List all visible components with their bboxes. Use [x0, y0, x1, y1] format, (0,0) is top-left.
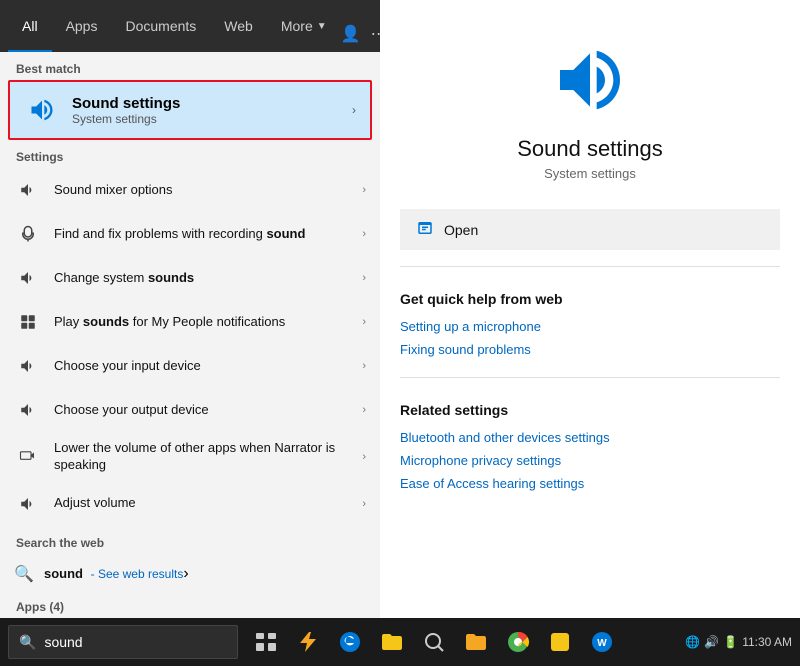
- fixing-sound-problems-link[interactable]: Fixing sound problems: [400, 338, 780, 361]
- list-item[interactable]: Lower the volume of other apps when Narr…: [0, 432, 380, 482]
- sound-settings-icon: [24, 92, 60, 128]
- related-settings-section: Related settings Bluetooth and other dev…: [380, 386, 800, 503]
- chevron-right-icon: ›: [362, 316, 366, 328]
- setting-up-microphone-link[interactable]: Setting up a microphone: [400, 315, 780, 338]
- explorer-icon[interactable]: [372, 622, 412, 662]
- list-item[interactable]: Find and fix problems with recording sou…: [0, 212, 380, 256]
- detail-panel: Sound settings System settings Open Get …: [380, 0, 800, 618]
- search-tabs: All Apps Documents Web More ▼ 👤 ⋯: [0, 0, 380, 52]
- record-icon: [14, 220, 42, 248]
- best-match-item[interactable]: Sound settings System settings ›: [8, 80, 372, 140]
- list-item[interactable]: Choose your input device ›: [0, 344, 380, 388]
- chevron-right-icon: ›: [362, 360, 366, 372]
- list-item[interactable]: Change system sounds ›: [0, 256, 380, 300]
- item-label: Change system sounds: [54, 270, 358, 287]
- bluetooth-settings-link[interactable]: Bluetooth and other devices settings: [400, 426, 780, 449]
- search-taskbar-icon[interactable]: [414, 622, 454, 662]
- chevron-right-icon: ›: [362, 404, 366, 416]
- quick-help-title: Get quick help from web: [400, 291, 780, 307]
- ease-of-access-link[interactable]: Ease of Access hearing settings: [400, 472, 780, 495]
- flash-icon[interactable]: [288, 622, 328, 662]
- volume-icon[interactable]: 🔊: [704, 635, 719, 649]
- quick-help-section: Get quick help from web Setting up a mic…: [380, 275, 800, 369]
- settings-section-label: Settings: [0, 140, 380, 168]
- best-match-text: Sound settings System settings: [72, 95, 180, 126]
- sound-icon: [14, 176, 42, 204]
- clock: 11:30 AM: [742, 635, 792, 649]
- best-match-title: Sound settings: [72, 95, 180, 112]
- tab-all[interactable]: All: [8, 0, 52, 52]
- search-input[interactable]: [44, 634, 227, 650]
- related-settings-title: Related settings: [400, 402, 780, 418]
- item-label: Choose your input device: [54, 358, 358, 375]
- web-search-item[interactable]: 🔍 sound - See web results ›: [0, 554, 380, 594]
- chevron-down-icon: ▼: [317, 21, 327, 32]
- chevron-right-icon: ›: [362, 498, 366, 510]
- item-label: Lower the volume of other apps when Narr…: [54, 440, 358, 474]
- open-label: Open: [444, 222, 478, 238]
- tab-web[interactable]: Web: [210, 0, 267, 52]
- narrator-icon: [14, 443, 42, 471]
- web-label: sound - See web results: [44, 566, 183, 581]
- apps-section-label: Apps (4): [0, 594, 380, 618]
- sound-icon: [14, 396, 42, 424]
- best-match-label: Best match: [0, 52, 380, 80]
- account-icon[interactable]: 👤: [341, 24, 361, 44]
- item-label: Sound mixer options: [54, 182, 358, 199]
- tab-more[interactable]: More ▼: [267, 0, 341, 52]
- search-results: Best match Sound settings System setting…: [0, 52, 380, 618]
- divider: [400, 266, 780, 267]
- search-panel: All Apps Documents Web More ▼ 👤 ⋯ Best m…: [0, 0, 380, 618]
- folder-icon[interactable]: [456, 622, 496, 662]
- notification-icon: [14, 308, 42, 336]
- taskbar-search[interactable]: 🔍: [8, 625, 238, 659]
- chevron-right-icon: ›: [362, 184, 366, 196]
- sound-icon: [14, 352, 42, 380]
- list-item[interactable]: Adjust volume ›: [0, 482, 380, 526]
- detail-top: Sound settings System settings: [380, 0, 800, 201]
- item-label: Choose your output device: [54, 402, 358, 419]
- sound-icon: [14, 490, 42, 518]
- chevron-right-icon: ›: [362, 451, 366, 463]
- chrome-icon[interactable]: [498, 622, 538, 662]
- detail-subtitle: System settings: [544, 166, 636, 181]
- tab-apps[interactable]: Apps: [52, 0, 112, 52]
- search-icon: 🔍: [14, 564, 34, 584]
- microphone-privacy-link[interactable]: Microphone privacy settings: [400, 449, 780, 472]
- chevron-right-icon: ›: [183, 565, 188, 583]
- tab-documents[interactable]: Documents: [111, 0, 210, 52]
- blue-app-icon[interactable]: W: [582, 622, 622, 662]
- item-label: Play sounds for My People notifications: [54, 314, 358, 331]
- network-icon[interactable]: 🌐: [685, 635, 700, 649]
- item-label: Find and fix problems with recording sou…: [54, 226, 358, 243]
- system-tray: 🌐 🔊 🔋 11:30 AM: [685, 635, 800, 649]
- battery-icon[interactable]: 🔋: [723, 635, 738, 649]
- chevron-right-icon: ›: [362, 272, 366, 284]
- more-options-icon[interactable]: ⋯: [371, 24, 380, 44]
- item-label: Adjust volume: [54, 495, 358, 512]
- sound-icon: [14, 264, 42, 292]
- taskbar: 🔍: [0, 618, 800, 666]
- taskbar-icons: W: [246, 622, 622, 662]
- open-button[interactable]: Open: [400, 209, 780, 250]
- yellow-app-icon[interactable]: [540, 622, 580, 662]
- best-match-subtitle: System settings: [72, 112, 180, 126]
- list-item[interactable]: Sound mixer options ›: [0, 168, 380, 212]
- task-view-icon[interactable]: [246, 622, 286, 662]
- chevron-right-icon: ›: [352, 103, 356, 117]
- list-item[interactable]: Choose your output device ›: [0, 388, 380, 432]
- list-item[interactable]: Play sounds for My People notifications …: [0, 300, 380, 344]
- web-search-label: Search the web: [0, 526, 380, 554]
- svg-text:W: W: [597, 638, 607, 649]
- open-icon: [416, 219, 434, 240]
- see-web-results: - See web results: [91, 567, 184, 581]
- detail-title: Sound settings: [517, 136, 663, 162]
- tab-action-icons: 👤 ⋯: [341, 24, 380, 52]
- chevron-right-icon: ›: [362, 228, 366, 240]
- divider: [400, 377, 780, 378]
- detail-sound-icon: [550, 40, 630, 120]
- search-icon: 🔍: [19, 634, 36, 651]
- edge-icon[interactable]: [330, 622, 370, 662]
